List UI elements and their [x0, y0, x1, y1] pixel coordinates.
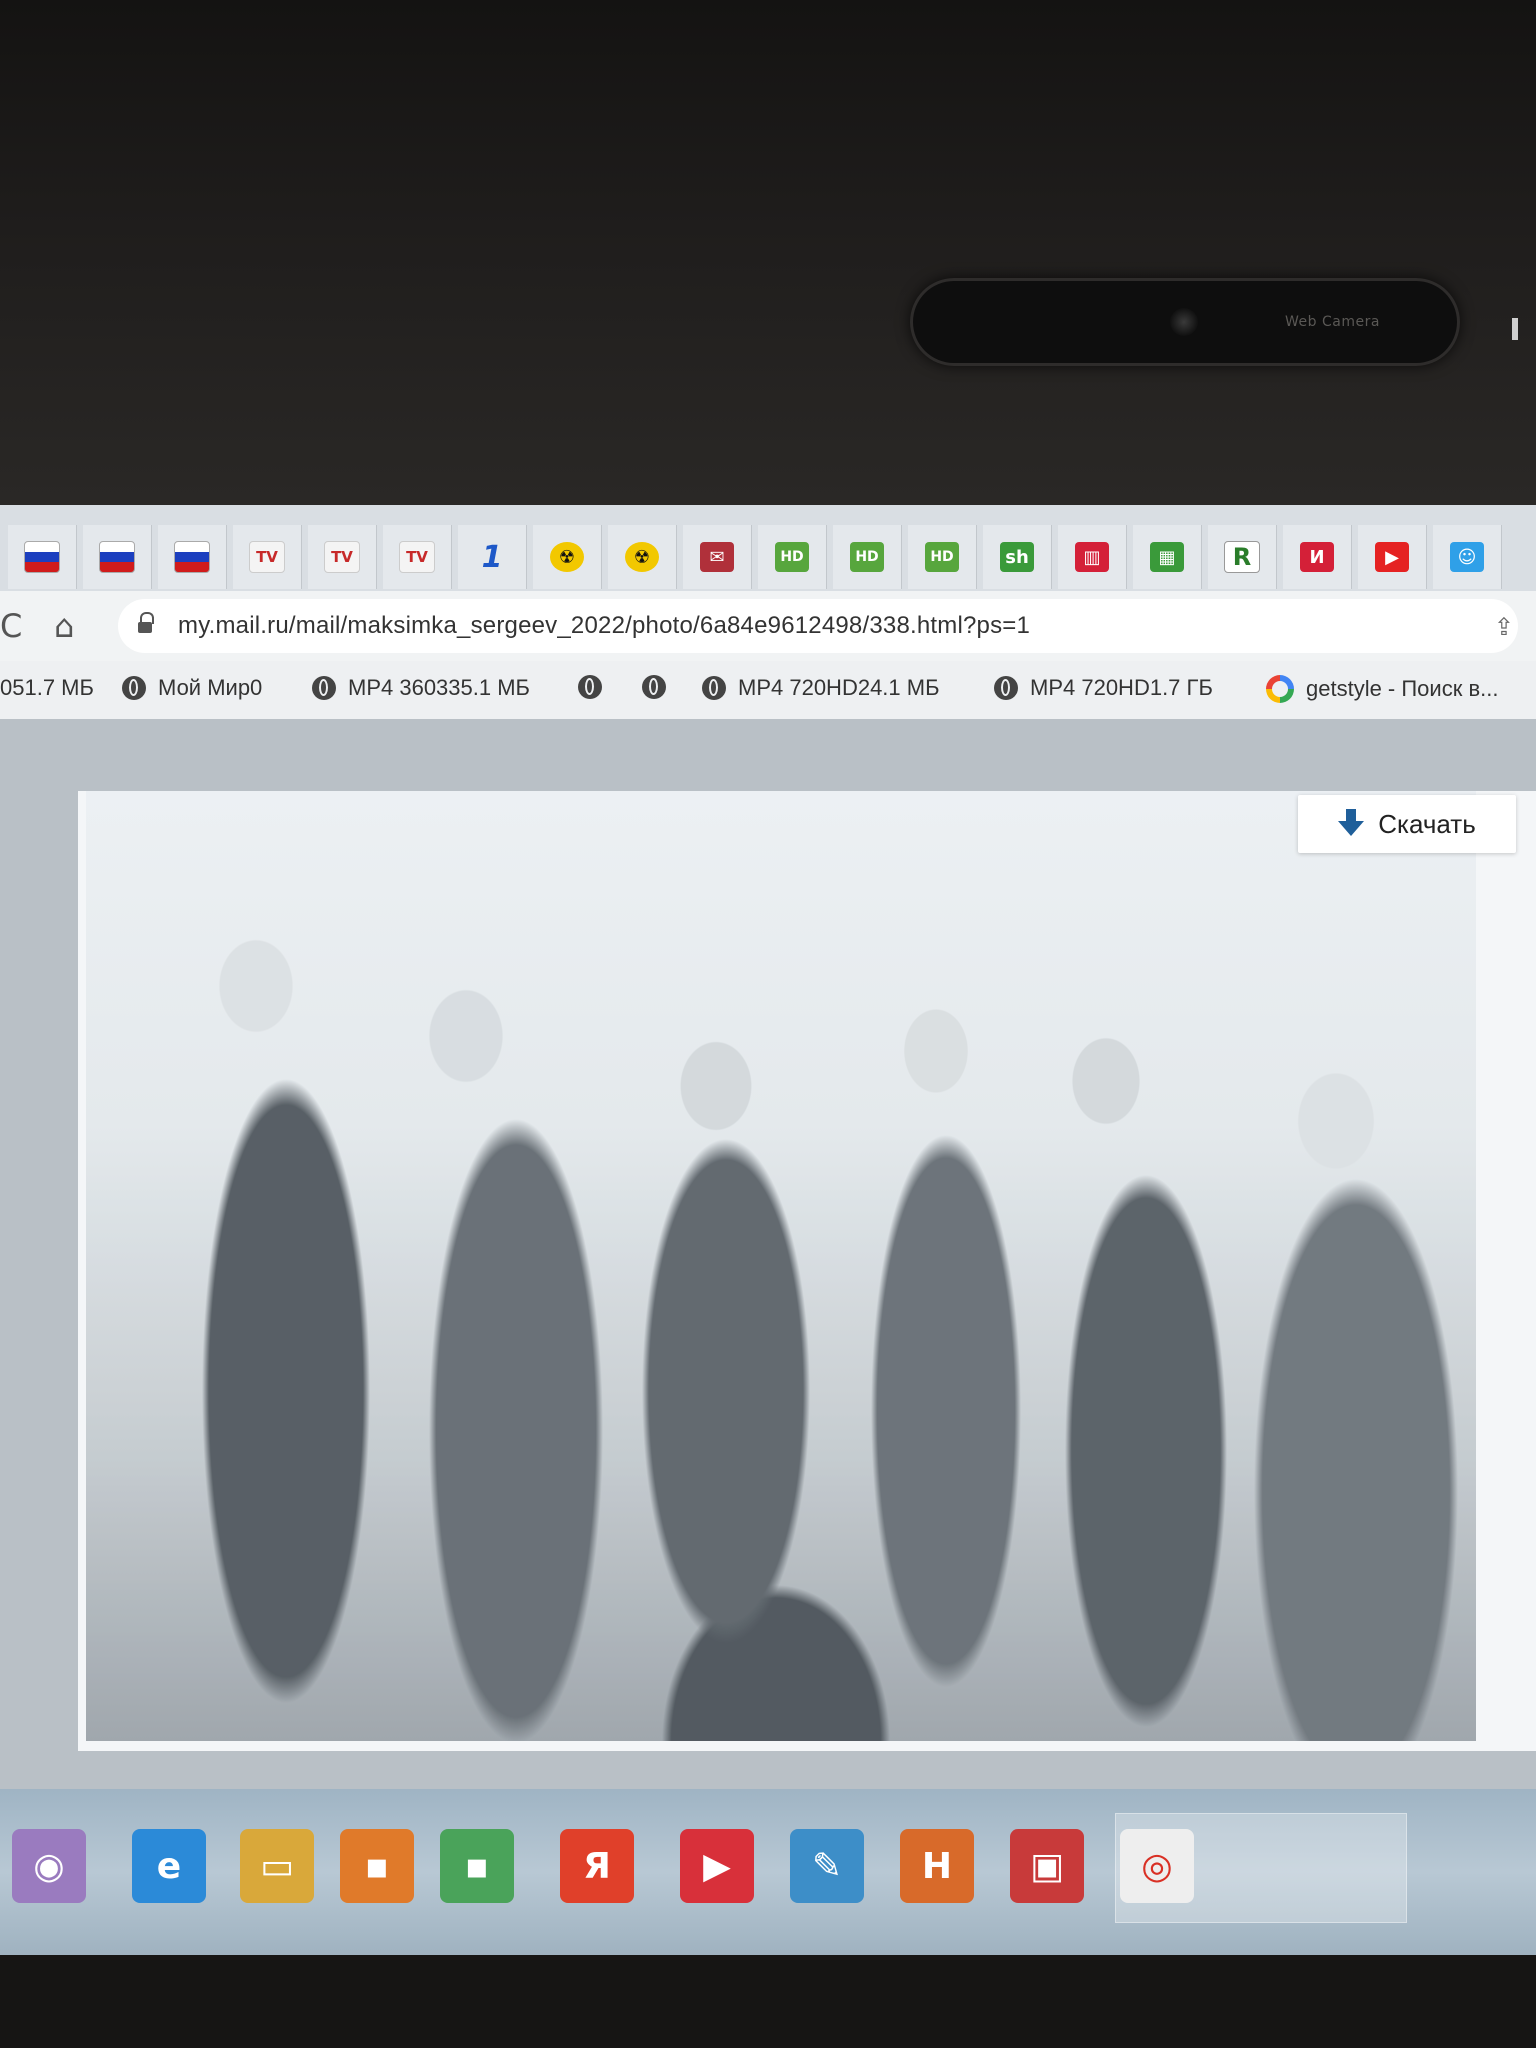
- browser-tab[interactable]: ▶: [1358, 525, 1427, 589]
- bookmark-item[interactable]: Мой Мир0: [122, 675, 262, 701]
- bookmark-item[interactable]: MP4 720HD1.7 ГБ: [994, 675, 1213, 701]
- home-icon[interactable]: ⌂: [54, 607, 74, 645]
- globe-icon: [702, 676, 726, 700]
- webcam-label: Web Camera: [1285, 314, 1380, 330]
- bookmark-label: MP4 720HD1.7 ГБ: [1030, 675, 1213, 700]
- browser-tab[interactable]: ☢: [533, 525, 602, 589]
- browser-tab[interactable]: TV: [233, 525, 302, 589]
- bookmark-item[interactable]: 051.7 МБ: [0, 675, 94, 701]
- webcam-housing: Web Camera: [910, 278, 1460, 366]
- browser-tab[interactable]: [83, 525, 152, 589]
- globe-icon: [312, 676, 336, 700]
- browser-tab[interactable]: ▥: [1058, 525, 1127, 589]
- browser-tab[interactable]: TV: [383, 525, 452, 589]
- radiation-icon: ☢: [550, 542, 584, 572]
- mail-world-icon: ✉: [700, 542, 734, 572]
- ie-icon[interactable]: e: [132, 1829, 206, 1903]
- globe-icon: [642, 675, 666, 699]
- browser-tab[interactable]: И: [1283, 525, 1352, 589]
- reload-icon[interactable]: C: [0, 607, 22, 645]
- bookmarks-bar: 051.7 МБ Мой Мир0 MP4 360335.1 МБ MP4 720HD…: [0, 661, 1536, 720]
- bezel-led: [1512, 318, 1518, 340]
- download-label: Скачать: [1378, 808, 1476, 839]
- browser-tab[interactable]: R: [1208, 525, 1277, 589]
- yandex-icon[interactable]: Я: [560, 1829, 634, 1903]
- flag-ru-icon: [174, 541, 210, 573]
- screen: TV TV TV 1 ☢ ☢ ✉ HD HD HD sh ▥ ▦ R И ▶ ☺ C ⌂ my.mail.ru/…: [0, 505, 1536, 1955]
- browser-tab[interactable]: ☢: [608, 525, 677, 589]
- green-app-icon[interactable]: ▪: [440, 1829, 514, 1903]
- sh-icon: sh: [1000, 542, 1034, 572]
- omnibox[interactable]: my.mail.ru/mail/maksimka_sergeev_2022/ph…: [118, 599, 1518, 653]
- alice-icon[interactable]: ◉: [12, 1829, 86, 1903]
- browser-tab[interactable]: HD: [908, 525, 977, 589]
- bookmark-item[interactable]: [642, 675, 678, 699]
- tv-icon: TV: [324, 541, 360, 573]
- bookmark-item[interactable]: MP4 360335.1 МБ: [312, 675, 530, 701]
- browser-tab[interactable]: [8, 525, 77, 589]
- paint-icon[interactable]: ✎: [790, 1829, 864, 1903]
- radiation-icon: ☢: [625, 542, 659, 572]
- tv-icon: TV: [399, 541, 435, 573]
- bookmark-item[interactable]: MP4 720HD24.1 МБ: [702, 675, 940, 701]
- media-player-icon[interactable]: ▶: [680, 1829, 754, 1903]
- lock-icon[interactable]: [138, 612, 154, 634]
- taskbar: ◉ e ▭ ▪ ▪ Я ▶ ✎ H ▣ ◎: [0, 1789, 1536, 1955]
- globe-icon: [994, 676, 1018, 700]
- hd-icon: HD: [775, 542, 809, 572]
- address-bar: C ⌂ my.mail.ru/mail/maksimka_sergeev_202…: [0, 591, 1536, 661]
- globe-icon: [578, 675, 602, 699]
- chrome-icon[interactable]: ◎: [1120, 1829, 1194, 1903]
- browser-tab[interactable]: [158, 525, 227, 589]
- folder-icon[interactable]: ▭: [240, 1829, 314, 1903]
- flag-ru-icon: [99, 541, 135, 573]
- bookmark-label: getstyle - Поиск в...: [1306, 676, 1499, 701]
- browser-tab[interactable]: HD: [758, 525, 827, 589]
- hd-icon: HD: [925, 542, 959, 572]
- html-editor-icon[interactable]: H: [900, 1829, 974, 1903]
- browser-tab[interactable]: ▦: [1133, 525, 1202, 589]
- bookmark-label: MP4 360335.1 МБ: [348, 675, 530, 700]
- channel-one-icon: 1: [481, 539, 503, 575]
- webcam-lens-icon: [1170, 308, 1198, 336]
- globe-icon: [122, 676, 146, 700]
- bookmark-item[interactable]: [578, 675, 614, 699]
- browser-tab[interactable]: ✉: [683, 525, 752, 589]
- url-text[interactable]: my.mail.ru/mail/maksimka_sergeev_2022/ph…: [178, 612, 1030, 640]
- google-icon: [1266, 675, 1294, 703]
- hd-icon: HD: [850, 542, 884, 572]
- browser-tab[interactable]: sh: [983, 525, 1052, 589]
- bookmark-label: MP4 720HD24.1 МБ: [738, 675, 940, 700]
- image-viewer-icon[interactable]: ▣: [1010, 1829, 1084, 1903]
- photo-viewer: Скачать: [78, 791, 1536, 1751]
- orange-app-icon[interactable]: ▪: [340, 1829, 414, 1903]
- flag-ru-icon: [24, 541, 60, 573]
- page-content: Скачать: [0, 719, 1536, 1789]
- download-arrow-icon: [1338, 809, 1365, 839]
- bookmark-item[interactable]: getstyle - Поиск в...: [1266, 675, 1498, 703]
- r-icon: R: [1224, 541, 1260, 573]
- popcorn-icon: ▥: [1075, 542, 1109, 572]
- laptop-bezel: Web Camera: [0, 0, 1536, 505]
- bookmark-label: Мой Мир0: [158, 675, 263, 700]
- green-icon: ▦: [1150, 542, 1184, 572]
- share-icon[interactable]: ⇪: [1494, 613, 1514, 642]
- download-button[interactable]: Скачать: [1298, 795, 1516, 853]
- youtube-icon: ▶: [1375, 542, 1409, 572]
- bookmark-label: 051.7 МБ: [0, 675, 94, 700]
- browser-tab[interactable]: TV: [308, 525, 377, 589]
- tv-icon: TV: [249, 541, 285, 573]
- smile-icon: ☺: [1450, 542, 1484, 572]
- browser-tab[interactable]: ☺: [1433, 525, 1502, 589]
- laptop-bottom-bezel: [0, 1955, 1536, 2048]
- tab-strip: TV TV TV 1 ☢ ☢ ✉ HD HD HD sh ▥ ▦ R И ▶ ☺: [0, 505, 1536, 592]
- red-app-icon: И: [1300, 542, 1334, 572]
- browser-tab[interactable]: 1: [458, 525, 527, 589]
- browser-tab[interactable]: HD: [833, 525, 902, 589]
- group-photo[interactable]: [86, 791, 1476, 1741]
